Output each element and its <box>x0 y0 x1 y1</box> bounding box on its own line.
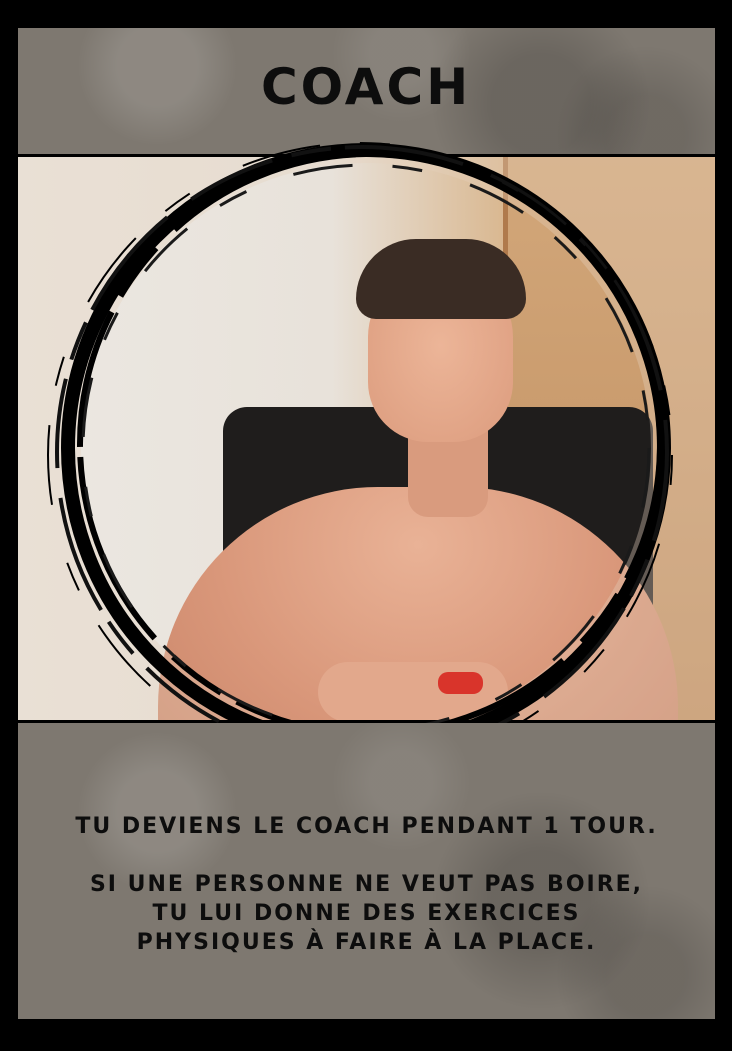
photo-hair <box>356 239 526 319</box>
card: COACH TU DEVIENS LE COACH PENDANT 1 TOUR… <box>0 0 732 1051</box>
portrait-photo <box>18 157 715 720</box>
rule-line-2: SI UNE PERSONNE NE VEUT PAS BOIRE, <box>89 872 644 897</box>
rule-line-4: PHYSIQUES À FAIRE À LA PLACE. <box>136 930 597 955</box>
photo-red-object <box>438 672 483 694</box>
rules-text: TU DEVIENS LE COACH PENDANT 1 TOUR. SI U… <box>18 812 715 957</box>
rule-line-3: TU LUI DONNE DES EXERCICES <box>152 901 581 926</box>
card-title: COACH <box>260 58 472 116</box>
rule-line-1: TU DEVIENS LE COACH PENDANT 1 TOUR. <box>75 814 658 839</box>
